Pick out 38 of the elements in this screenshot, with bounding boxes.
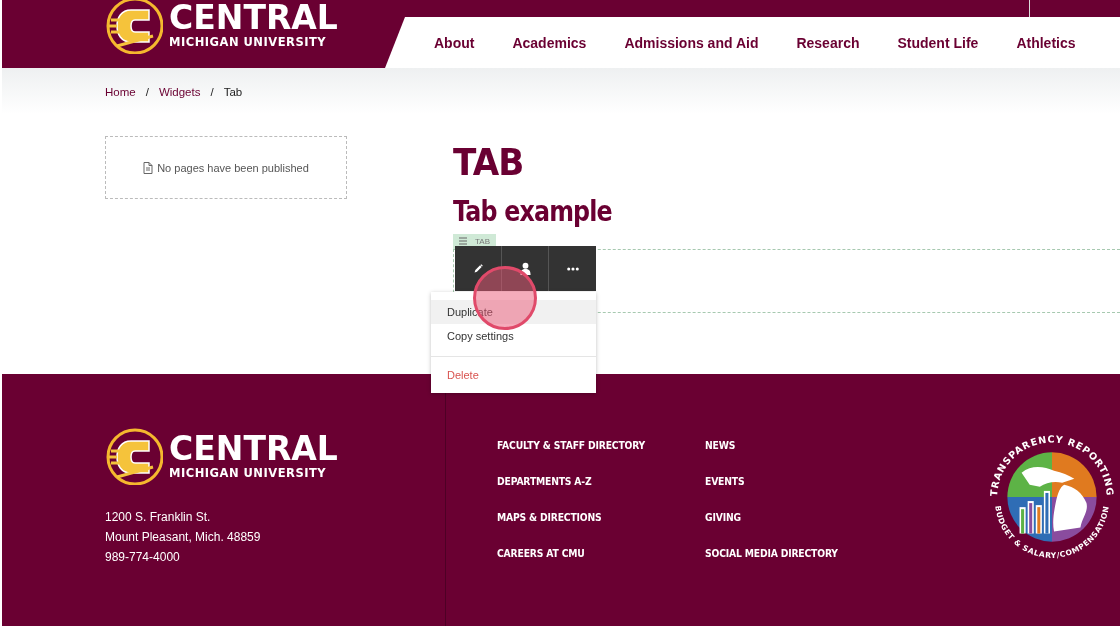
logo-wordmark: CENTRAL	[169, 1, 338, 35]
footer-link[interactable]: DEPARTMENTS A-Z	[497, 473, 681, 489]
pencil-icon	[472, 263, 484, 274]
breadcrumb-link[interactable]: Widgets	[158, 86, 201, 98]
more-icon	[566, 266, 579, 271]
breadcrumb-current: Tab	[223, 86, 243, 98]
menu-item[interactable]: Copy settings	[431, 324, 596, 348]
address-line: 1200 S. Franklin St.	[105, 509, 212, 526]
footer-link[interactable]: CAREERS AT CMU	[497, 545, 681, 561]
empty-message: No pages have been published	[157, 161, 309, 174]
nav-link[interactable]: Student Life	[897, 34, 979, 51]
nav-link[interactable]: Athletics	[1016, 34, 1076, 51]
footer-link[interactable]: NEWS	[705, 437, 889, 453]
nav-link[interactable]: Admissions and Aid	[624, 34, 759, 51]
drag-handle-icon	[459, 237, 467, 245]
footer-link[interactable]: EVENTS	[705, 473, 889, 489]
page-title: TAB	[453, 140, 525, 184]
logo-subtitle: MICHIGAN UNIVERSITY	[169, 35, 328, 49]
address-line: Mount Pleasant, Mich. 48859	[105, 529, 262, 546]
menu-item[interactable]: Delete	[431, 363, 596, 387]
emblem-icon	[105, 427, 163, 485]
breadcrumb-separator: /	[210, 86, 214, 98]
document-icon	[143, 161, 154, 174]
breadcrumb-link[interactable]: Home	[105, 86, 136, 98]
nav-link[interactable]: Academics	[512, 34, 587, 51]
section-heading: Tab example	[453, 194, 613, 230]
nav-link[interactable]: About	[434, 34, 475, 51]
nav-link[interactable]: Research	[796, 34, 860, 51]
address-line: 989-774-4000	[105, 549, 181, 566]
widget-label-text: TAB	[475, 236, 490, 246]
footer-link[interactable]: GIVING	[705, 509, 889, 525]
breadcrumb-separator: /	[145, 86, 149, 98]
logo-wordmark: CENTRAL	[169, 432, 338, 466]
footer-link[interactable]: FACULTY & STAFF DIRECTORY	[497, 437, 681, 453]
footer-link[interactable]: SOCIAL MEDIA DIRECTORY	[705, 545, 889, 561]
logo-subtitle: MICHIGAN UNIVERSITY	[169, 466, 328, 480]
person-icon	[519, 262, 531, 275]
footer-link[interactable]: MAPS & DIRECTIONS	[497, 509, 681, 525]
